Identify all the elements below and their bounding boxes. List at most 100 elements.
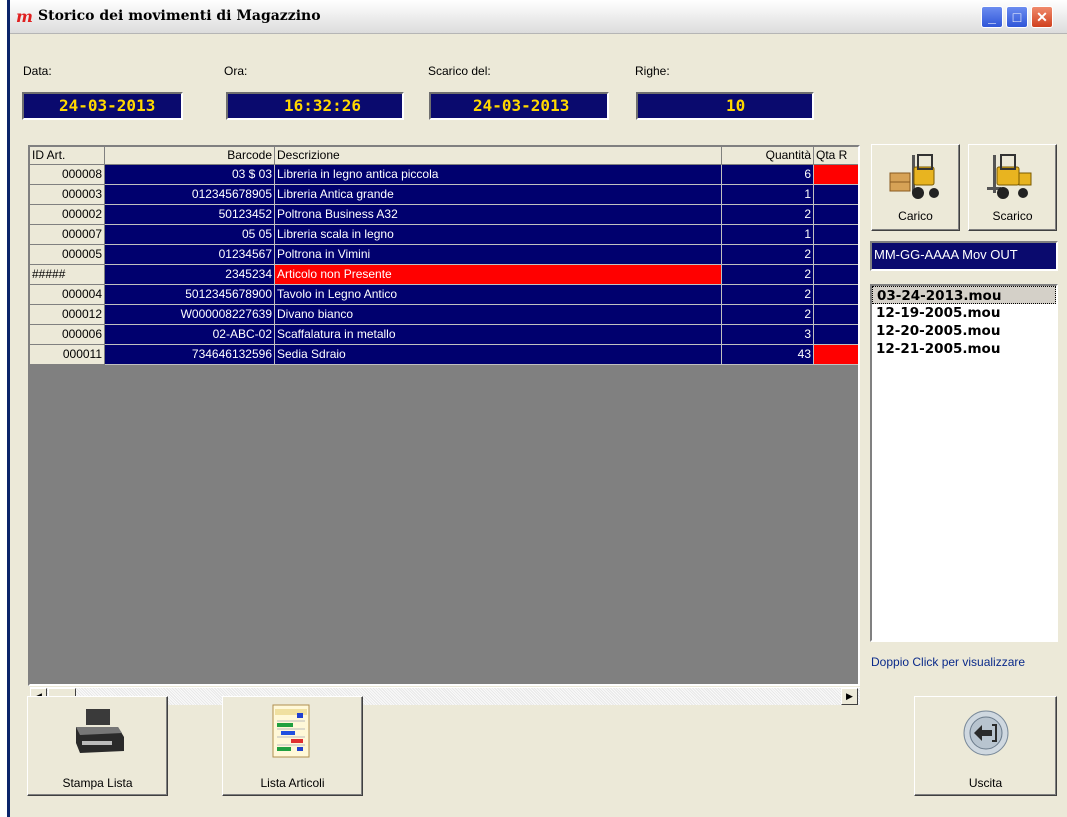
- maximize-button[interactable]: □: [1006, 6, 1028, 28]
- cell-qta-r: [814, 265, 858, 285]
- file-list-item[interactable]: 12-21-2005.mou: [872, 340, 1056, 358]
- client-area: Data: 24-03-2013 Ora: 16:32:26 Scarico d…: [10, 35, 1067, 817]
- exit-icon: [962, 709, 1010, 757]
- table-row[interactable]: 000003 012345678905 Libreria Antica grande…: [30, 185, 858, 205]
- file-list-item[interactable]: 12-19-2005.mou: [872, 304, 1056, 322]
- grid-header: ID Art. Barcode Descrizione Quantità Qta…: [30, 147, 858, 165]
- data-label: Data:: [23, 64, 52, 78]
- table-row[interactable]: 000002 50123452 Poltrona Business A32 2: [30, 205, 858, 225]
- cell-quantita: 2: [722, 205, 814, 225]
- title-bar: m Storico dei movimenti di Magazzino _ □…: [10, 0, 1067, 34]
- file-list-item[interactable]: 03-24-2013.mou: [872, 286, 1056, 304]
- main-window: m Storico dei movimenti di Magazzino _ □…: [7, 0, 1067, 817]
- data-field: 24-03-2013: [22, 92, 183, 120]
- cell-quantita: 43: [722, 345, 814, 365]
- cell-barcode: W000008227639: [105, 305, 275, 325]
- cell-qta-r: [814, 325, 858, 345]
- forklift-load-icon: [886, 149, 944, 201]
- cell-quantita: 6: [722, 165, 814, 185]
- cell-id: #####: [30, 265, 105, 285]
- scarico-label: Scarico: [992, 209, 1033, 223]
- cell-id: 000005: [30, 245, 105, 265]
- cell-qta-r-alert: [814, 345, 858, 365]
- table-row[interactable]: 000011 734646132596 Sedia Sdraio 43: [30, 345, 858, 365]
- window-title: Storico dei movimenti di Magazzino: [38, 8, 321, 24]
- scroll-right-button[interactable]: ▶: [841, 688, 858, 705]
- printer-icon: [72, 707, 128, 759]
- cell-descrizione: Libreria Antica grande: [275, 185, 722, 205]
- cell-id: 000008: [30, 165, 105, 185]
- file-list[interactable]: 03-24-2013.mou 12-19-2005.mou 12-20-2005.m…: [870, 284, 1058, 642]
- col-header-barcode[interactable]: Barcode: [105, 147, 275, 165]
- uscita-button[interactable]: Uscita: [914, 696, 1057, 796]
- cell-barcode: 734646132596: [105, 345, 275, 365]
- minimize-button[interactable]: _: [981, 6, 1003, 28]
- carico-label: Carico: [898, 209, 933, 223]
- righe-field: 10: [636, 92, 814, 120]
- cell-quantita: 1: [722, 185, 814, 205]
- scarico-label: Scarico del:: [428, 64, 491, 78]
- file-list-item[interactable]: 12-20-2005.mou: [872, 322, 1056, 340]
- stampa-lista-button[interactable]: Stampa Lista: [27, 696, 168, 796]
- cell-qta-r: [814, 305, 858, 325]
- table-row[interactable]: 000008 03 $ 03 Libreria in legno antica pi…: [30, 165, 858, 185]
- minimize-icon: _: [988, 9, 996, 25]
- lista-articoli-button[interactable]: Lista Articoli: [222, 696, 363, 796]
- cell-barcode: 01234567: [105, 245, 275, 265]
- scarico-field: 24-03-2013: [429, 92, 609, 120]
- scarico-button[interactable]: Scarico: [968, 144, 1057, 231]
- col-header-descrizione[interactable]: Descrizione: [275, 147, 722, 165]
- col-header-id[interactable]: ID Art.: [30, 147, 105, 165]
- close-button[interactable]: ✕: [1031, 6, 1053, 28]
- lista-articoli-label: Lista Articoli: [260, 776, 325, 790]
- cell-quantita: 2: [722, 305, 814, 325]
- cell-barcode: 5012345678900: [105, 285, 275, 305]
- cell-descrizione: Poltrona Business A32: [275, 205, 722, 225]
- cell-quantita: 2: [722, 285, 814, 305]
- cell-qta-r: [814, 225, 858, 245]
- cell-barcode: 50123452: [105, 205, 275, 225]
- cell-barcode: 012345678905: [105, 185, 275, 205]
- cell-descrizione: Scaffalatura in metallo: [275, 325, 722, 345]
- cell-id: 000006: [30, 325, 105, 345]
- cell-id: 000003: [30, 185, 105, 205]
- cell-qta-r-alert: [814, 165, 858, 185]
- cell-qta-r: [814, 245, 858, 265]
- cell-quantita: 1: [722, 225, 814, 245]
- cell-id: 000002: [30, 205, 105, 225]
- cell-barcode: 03 $ 03: [105, 165, 275, 185]
- file-list-items: 03-24-2013.mou 12-19-2005.mou 12-20-2005.m…: [872, 286, 1056, 358]
- cell-qta-r: [814, 185, 858, 205]
- date-format-field: MM-GG-AAAA Mov OUT: [870, 241, 1058, 271]
- cell-descrizione: Articolo non Presente: [275, 265, 722, 285]
- ora-field: 16:32:26: [226, 92, 404, 120]
- cell-qta-r: [814, 285, 858, 305]
- col-header-qta-r[interactable]: Qta R: [814, 147, 858, 165]
- table-row[interactable]: 000007 05 05 Libreria scala in legno 1: [30, 225, 858, 245]
- cell-descrizione: Sedia Sdraio: [275, 345, 722, 365]
- righe-label: Righe:: [635, 64, 670, 78]
- cell-descrizione: Poltrona in Vimini: [275, 245, 722, 265]
- table-row[interactable]: 000006 02-ABC-02 Scaffalatura in metallo 3: [30, 325, 858, 345]
- table-row[interactable]: ##### 2345234 Articolo non Presente 2: [30, 265, 858, 285]
- cell-descrizione: Libreria scala in legno: [275, 225, 722, 245]
- table-row[interactable]: 000005 01234567 Poltrona in Vimini 2: [30, 245, 858, 265]
- maximize-icon: □: [1012, 9, 1022, 25]
- cell-id: 000004: [30, 285, 105, 305]
- close-icon: ✕: [1036, 9, 1048, 25]
- cell-quantita: 3: [722, 325, 814, 345]
- cell-barcode: 02-ABC-02: [105, 325, 275, 345]
- cell-descrizione: Tavolo in Legno Antico: [275, 285, 722, 305]
- table-row[interactable]: 000012 W000008227639 Divano bianco 2: [30, 305, 858, 325]
- cell-quantita: 2: [722, 245, 814, 265]
- cell-id: 000012: [30, 305, 105, 325]
- table-row[interactable]: 000004 5012345678900 Tavolo in Legno Antic…: [30, 285, 858, 305]
- cell-id: 000007: [30, 225, 105, 245]
- cell-descrizione: Divano bianco: [275, 305, 722, 325]
- col-header-quantita[interactable]: Quantità: [722, 147, 814, 165]
- cell-id: 000011: [30, 345, 105, 365]
- movements-grid[interactable]: ID Art. Barcode Descrizione Quantità Qta…: [28, 145, 860, 686]
- cell-descrizione: Libreria in legno antica piccola: [275, 165, 722, 185]
- carico-button[interactable]: Carico: [871, 144, 960, 231]
- cell-qta-r: [814, 205, 858, 225]
